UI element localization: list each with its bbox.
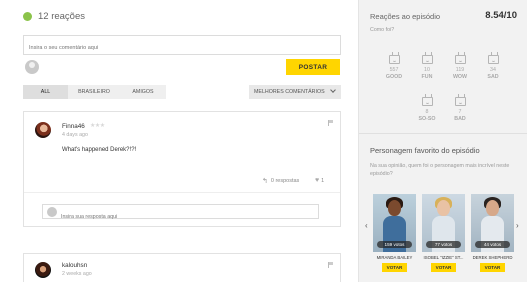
comment-input[interactable] <box>24 39 340 57</box>
comment-box[interactable] <box>23 35 341 57</box>
character-name: ISOBEL "IZZIE" ST... <box>423 255 464 260</box>
vote-button[interactable]: VOTAR <box>382 263 407 272</box>
reaction-count: 119 <box>455 67 465 73</box>
favorite-character-subtitle: Na sua opinião, quem foi o personagem ma… <box>370 163 510 177</box>
comment-username[interactable]: Finna46 <box>62 123 85 130</box>
flag-icon[interactable] <box>328 262 333 268</box>
vote-button[interactable]: VOTAR <box>431 263 456 272</box>
sort-label: MELHORES COMENTÁRIOS <box>254 89 325 95</box>
character-name: MIRANDA BAILEY <box>376 255 413 260</box>
comment-text: What's happened Derek?!?! <box>62 147 137 153</box>
character-photo[interactable]: 44 votos <box>471 194 514 252</box>
tab-brasileiro[interactable]: BRASILEIRO <box>68 85 120 99</box>
tab-amigos[interactable]: AMIGOS <box>120 85 166 99</box>
tv-face-icon <box>454 55 466 64</box>
post-button[interactable]: POSTAR <box>286 59 340 75</box>
tab-all[interactable]: ALL <box>23 85 68 99</box>
tv-face-icon <box>421 97 433 106</box>
reaction-wow[interactable]: 119 WOW <box>446 55 474 80</box>
episode-reactions-subtitle: Como foi? <box>370 27 395 33</box>
tv-face-icon <box>454 97 466 106</box>
reaction-bad[interactable]: 7 BAD <box>446 97 474 122</box>
responses-link[interactable]: ↰ 0 respostas <box>262 177 299 185</box>
episode-score: 8.54/10 <box>485 10 517 21</box>
like-button[interactable]: ♥ 1 <box>315 177 324 184</box>
tv-face-icon <box>388 55 400 64</box>
favorite-character-title: Personagem favorito do episódio <box>370 146 480 155</box>
comments-header: 12 reações <box>23 9 85 23</box>
reaction-good[interactable]: 557 GOOD <box>380 55 408 80</box>
reply-arrow-icon: ↰ <box>262 178 268 185</box>
comment-time: 2 weeks ago <box>62 271 92 277</box>
chevron-down-icon <box>330 87 336 93</box>
current-user-avatar <box>25 60 39 74</box>
reaction-label: WOW <box>452 74 468 80</box>
avatar[interactable] <box>35 262 51 278</box>
character-card: 77 votos ISOBEL "IZZIE" ST... VOTAR <box>422 194 465 272</box>
reply-input[interactable] <box>43 210 318 224</box>
episode-reactions-title: Reações ao episódio <box>370 12 441 21</box>
like-count: 1 <box>321 177 325 184</box>
character-photo[interactable]: 77 votos <box>422 194 465 252</box>
reaction-sad[interactable]: 34 SAD <box>479 55 507 80</box>
carousel-next-icon[interactable]: › <box>516 221 519 230</box>
comment-username[interactable]: kalouhsn <box>62 262 87 269</box>
episode-sidebar: Reações ao episódio 8.54/10 Como foi? 55… <box>358 0 527 282</box>
reaction-fun[interactable]: 10 FUN <box>413 55 441 80</box>
reaction-so-so[interactable]: 8 SO-SO <box>413 97 441 122</box>
reaction-count: 34 <box>490 67 496 73</box>
character-card: 44 votos DEREK SHEPHERD VOTAR <box>471 194 514 272</box>
rating-stars-icon: ★★★ <box>90 123 105 129</box>
vote-button[interactable]: VOTAR <box>480 263 505 272</box>
vote-count: 77 votos <box>426 241 461 248</box>
responses-label: 0 respostas <box>270 178 300 184</box>
reaction-label: SO-SO <box>418 116 436 122</box>
comment-time: 4 days ago <box>62 132 88 138</box>
reply-avatar <box>47 207 57 217</box>
avatar[interactable] <box>35 122 51 138</box>
heart-icon: ♥ <box>315 177 320 184</box>
reaction-label: GOOD <box>385 74 403 80</box>
character-photo[interactable]: 159 votos <box>373 194 416 252</box>
reaction-label: BAD <box>454 116 466 122</box>
sort-dropdown[interactable]: MELHORES COMENTÁRIOS <box>249 85 341 99</box>
tv-face-icon <box>487 55 499 64</box>
character-name: DEREK SHEPHERD <box>472 255 513 260</box>
reply-box[interactable] <box>42 204 319 224</box>
divider <box>359 133 527 134</box>
vote-count: 44 votos <box>475 241 510 248</box>
status-dot-icon <box>23 11 32 21</box>
page: 12 reações POSTAR ALL BRASILEIRO AMIGOS … <box>0 0 527 282</box>
reaction-count: 557 <box>389 67 399 73</box>
divider <box>24 192 340 193</box>
comments-panel: 12 reações POSTAR ALL BRASILEIRO AMIGOS … <box>0 0 358 282</box>
reaction-label: FUN <box>421 74 433 80</box>
character-card: 159 votos MIRANDA BAILEY VOTAR <box>373 194 416 272</box>
reaction-count: 7 <box>458 109 462 115</box>
vote-count: 159 votos <box>377 241 412 248</box>
reaction-count: 8 <box>425 109 429 115</box>
reactions-count: 12 reações <box>38 10 86 22</box>
comment-card: kalouhsn 2 weeks ago <box>23 253 341 282</box>
flag-icon[interactable] <box>328 120 333 126</box>
tv-face-icon <box>421 55 433 64</box>
filter-tabs: ALL BRASILEIRO AMIGOS <box>23 85 166 99</box>
comment-card: Finna46 ★★★ 4 days ago What's happened D… <box>23 111 341 227</box>
reaction-label: SAD <box>487 74 499 80</box>
carousel-prev-icon[interactable]: ‹ <box>365 221 368 230</box>
reaction-count: 10 <box>424 67 430 73</box>
